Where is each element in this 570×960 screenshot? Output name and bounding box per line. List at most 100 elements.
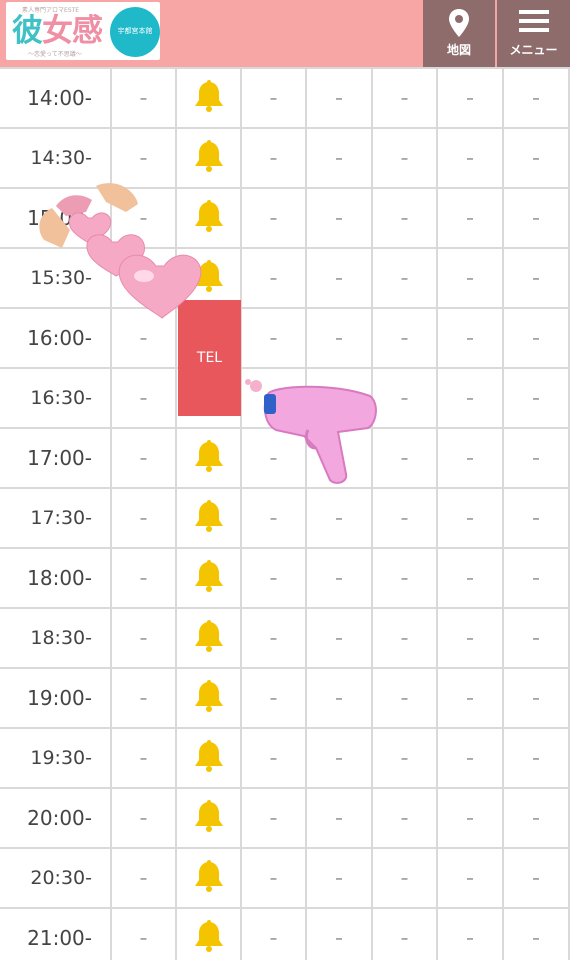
map-button[interactable]: 地図 — [423, 0, 495, 67]
unavailable-slot-cell: – — [504, 549, 570, 607]
unavailable-slot-cell: – — [307, 549, 373, 607]
schedule-row: 20:30- – – – – – – — [0, 849, 570, 909]
unavailable-slot-cell: – — [504, 909, 570, 960]
unavailable-slot-cell: – — [504, 849, 570, 907]
schedule-row: 21:00- – – – – – – — [0, 909, 570, 960]
unavailable-slot-cell: – — [373, 609, 438, 667]
available-slot-cell[interactable] — [177, 729, 242, 787]
bell-icon — [194, 80, 224, 116]
map-pin-icon — [449, 9, 469, 37]
available-slot-cell[interactable] — [177, 69, 242, 127]
unavailable-slot-cell: – — [373, 249, 438, 307]
available-slot-cell[interactable] — [177, 489, 242, 547]
time-slot-label: 19:00- — [0, 669, 112, 727]
unavailable-slot-cell: – — [307, 609, 373, 667]
unavailable-slot-cell: – — [504, 189, 570, 247]
unavailable-slot-cell: – — [504, 129, 570, 187]
menu-button[interactable]: メニュー — [497, 0, 570, 67]
unavailable-slot-cell: – — [504, 369, 570, 427]
menu-button-label: メニュー — [509, 43, 558, 57]
bell-icon — [194, 800, 224, 836]
unavailable-slot-cell: – — [373, 369, 438, 427]
unavailable-slot-cell: – — [307, 69, 373, 127]
time-slot-label: 17:00- — [0, 429, 112, 487]
unavailable-slot-cell: – — [373, 429, 438, 487]
unavailable-slot-cell: – — [438, 909, 504, 960]
unavailable-slot-cell: – — [307, 309, 373, 367]
unavailable-slot-cell: – — [242, 669, 307, 727]
unavailable-slot-cell: – — [242, 489, 307, 547]
logo-title-part-2: 女感 — [42, 13, 103, 49]
time-slot-label: 20:00- — [0, 789, 112, 847]
unavailable-slot-cell: – — [504, 309, 570, 367]
unavailable-slot-cell: – — [504, 789, 570, 847]
unavailable-slot-cell: – — [307, 249, 373, 307]
time-slot-label: 20:30- — [0, 849, 112, 907]
unavailable-slot-cell: – — [504, 489, 570, 547]
unavailable-slot-cell: – — [307, 849, 373, 907]
unavailable-slot-cell: – — [373, 69, 438, 127]
unavailable-slot-cell: – — [112, 609, 177, 667]
unavailable-slot-cell: – — [112, 369, 177, 427]
unavailable-slot-cell: – — [438, 849, 504, 907]
unavailable-slot-cell: – — [373, 309, 438, 367]
bell-icon — [194, 140, 224, 176]
unavailable-slot-cell: – — [112, 429, 177, 487]
unavailable-slot-cell: – — [504, 249, 570, 307]
available-slot-cell[interactable] — [177, 789, 242, 847]
unavailable-slot-cell: – — [373, 789, 438, 847]
unavailable-slot-cell: – — [373, 129, 438, 187]
unavailable-slot-cell: – — [438, 609, 504, 667]
unavailable-slot-cell: – — [112, 789, 177, 847]
unavailable-slot-cell: – — [112, 729, 177, 787]
unavailable-slot-cell: – — [504, 609, 570, 667]
time-slot-label: 16:30- — [0, 369, 112, 427]
bell-icon — [194, 500, 224, 536]
schedule-row: 19:00- – – – – – – — [0, 669, 570, 729]
available-slot-cell[interactable] — [177, 909, 242, 960]
time-slot-label: 17:30- — [0, 489, 112, 547]
time-slot-label: 18:30- — [0, 609, 112, 667]
bell-icon — [194, 620, 224, 656]
unavailable-slot-cell: – — [438, 69, 504, 127]
water-gun-sticker — [245, 379, 377, 484]
unavailable-slot-cell: – — [373, 189, 438, 247]
unavailable-slot-cell: – — [438, 789, 504, 847]
unavailable-slot-cell: – — [242, 129, 307, 187]
unavailable-slot-cell: – — [112, 489, 177, 547]
schedule-row: 18:00- – – – – – – — [0, 549, 570, 609]
unavailable-slot-cell: – — [242, 849, 307, 907]
site-logo[interactable]: 素人専門アロマESTE 彼女感 〜恋愛って不思議〜 宇都宮本館 — [6, 2, 160, 60]
unavailable-slot-cell: – — [438, 189, 504, 247]
available-slot-cell[interactable] — [177, 549, 242, 607]
logo-subtitle: 〜恋愛って不思議〜 — [28, 51, 82, 58]
unavailable-slot-cell: – — [438, 129, 504, 187]
unavailable-slot-cell: – — [307, 909, 373, 960]
unavailable-slot-cell: – — [438, 369, 504, 427]
available-slot-cell[interactable] — [177, 429, 242, 487]
available-slot-cell[interactable] — [177, 849, 242, 907]
unavailable-slot-cell: – — [112, 669, 177, 727]
unavailable-slot-cell: – — [242, 549, 307, 607]
unavailable-slot-cell: – — [307, 189, 373, 247]
unavailable-slot-cell: – — [438, 489, 504, 547]
unavailable-slot-cell: – — [307, 669, 373, 727]
available-slot-cell[interactable] — [177, 609, 242, 667]
tel-label: TEL — [196, 350, 223, 366]
unavailable-slot-cell: – — [438, 249, 504, 307]
available-slot-cell[interactable] — [177, 669, 242, 727]
unavailable-slot-cell: – — [242, 249, 307, 307]
unavailable-slot-cell: – — [504, 669, 570, 727]
bell-icon — [194, 560, 224, 596]
unavailable-slot-cell: – — [242, 309, 307, 367]
schedule-row: 17:30- – – – – – – — [0, 489, 570, 549]
unavailable-slot-cell: – — [373, 669, 438, 727]
unavailable-slot-cell: – — [307, 129, 373, 187]
bell-icon — [194, 440, 224, 476]
schedule-row: 19:30- – – – – – – — [0, 729, 570, 789]
time-slot-label: 14:00- — [0, 69, 112, 127]
unavailable-slot-cell: – — [242, 189, 307, 247]
header: 素人専門アロマESTE 彼女感 〜恋愛って不思議〜 宇都宮本館 地図 メニュー — [0, 0, 570, 67]
unavailable-slot-cell: – — [373, 549, 438, 607]
unavailable-slot-cell: – — [242, 909, 307, 960]
